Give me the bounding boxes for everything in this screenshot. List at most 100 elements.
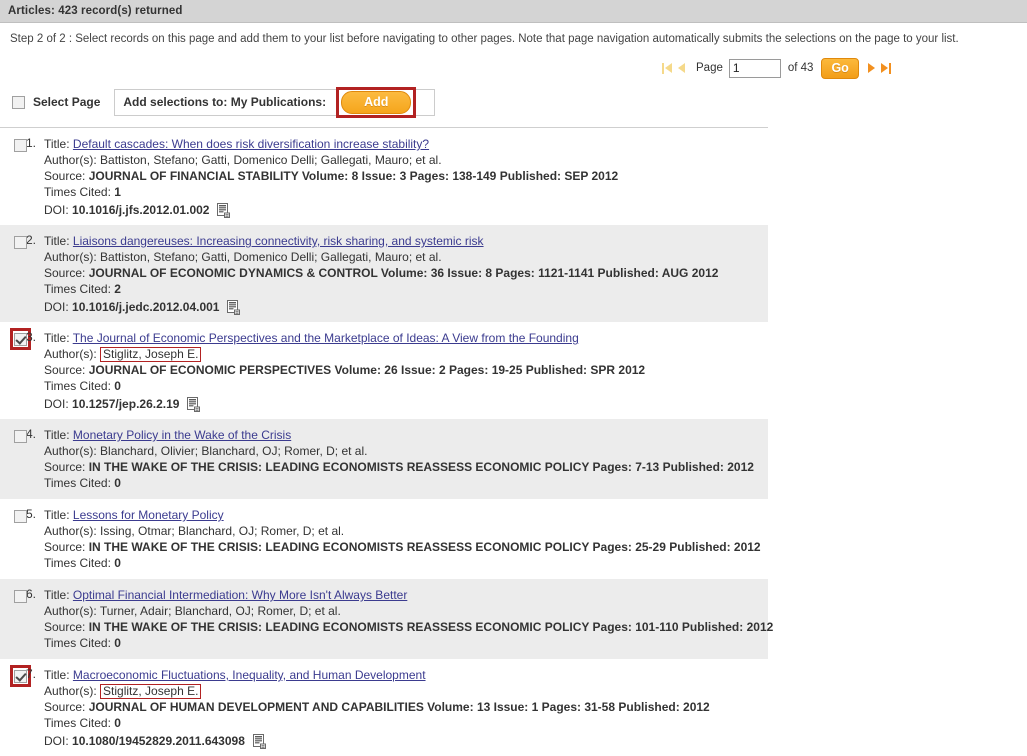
doi-label: DOI: <box>44 397 69 411</box>
full-text-document-icon[interactable] <box>217 203 231 218</box>
record-checkbox-cell <box>0 233 27 314</box>
record-checkbox-cell <box>0 427 27 491</box>
first-page-icon[interactable] <box>662 62 672 74</box>
record-times-cited: 0 <box>114 476 121 490</box>
record-authors-line: Author(s): Battiston, Stefano; Gatti, Do… <box>44 152 768 168</box>
doi-label: DOI: <box>44 734 69 748</box>
record-select-checkbox[interactable] <box>14 430 27 444</box>
doi-label: DOI: <box>44 300 69 314</box>
title-label: Title: <box>44 137 70 151</box>
record-source: JOURNAL OF HUMAN DEVELOPMENT AND CAPABIL… <box>88 700 710 714</box>
times-cited-label: Times Cited: <box>44 556 111 570</box>
record-source: IN THE WAKE OF THE CRISIS: LEADING ECONO… <box>88 540 761 554</box>
record-checkbox-cell <box>0 136 27 217</box>
title-label: Title: <box>44 234 70 248</box>
authors-label: Author(s): <box>44 250 97 264</box>
record-authors: Stiglitz, Joseph E. <box>103 347 199 361</box>
add-button-highlight: Add <box>336 86 417 118</box>
record-select-checkbox[interactable] <box>14 333 27 347</box>
source-label: Source: <box>44 266 86 280</box>
record-times-cited: 0 <box>114 636 121 650</box>
record-title-link[interactable]: Default cascades: When does risk diversi… <box>73 137 429 151</box>
title-label: Title: <box>44 588 70 602</box>
source-label: Source: <box>44 363 86 377</box>
record-doi-line: DOI: 10.1016/j.jfs.2012.01.002 <box>44 203 768 218</box>
record-select-checkbox[interactable] <box>14 670 27 684</box>
record-row: 3. Title: The Journal of Economic Perspec… <box>0 322 768 419</box>
add-selections-panel: Add selections to: My Publications: Add <box>114 86 436 118</box>
previous-page-icon[interactable] <box>678 63 685 73</box>
record-title-link[interactable]: Monetary Policy in the Wake of the Crisi… <box>73 428 291 442</box>
records-list: 1. Title: Default cascades: When does ris… <box>0 128 1027 756</box>
source-label: Source: <box>44 700 86 714</box>
title-label: Title: <box>44 428 70 442</box>
record-body: Title: Monetary Policy in the Wake of th… <box>42 427 768 491</box>
record-times-cited: 1 <box>114 185 121 199</box>
record-times-cited: 0 <box>114 716 121 730</box>
record-title-link[interactable]: The Journal of Economic Perspectives and… <box>73 331 579 345</box>
go-button[interactable]: Go <box>821 57 859 79</box>
record-body: Title: Liaisons dangereuses: Increasing … <box>42 233 768 315</box>
authors-label: Author(s): <box>44 684 97 698</box>
page-number-input[interactable] <box>728 58 781 78</box>
pagination-bar: Page of 43 Go <box>0 51 1027 85</box>
times-cited-label: Times Cited: <box>44 476 111 490</box>
record-authors-highlight: Stiglitz, Joseph E. <box>100 684 202 699</box>
record-doi: 10.1080/19452829.2011.643098 <box>72 734 245 748</box>
record-body: Title: Default cascades: When does risk … <box>42 136 768 218</box>
results-count-label: Articles: 423 record(s) returned <box>8 5 183 17</box>
record-source-line: Source: IN THE WAKE OF THE CRISIS: LEADI… <box>44 619 773 635</box>
last-page-icon[interactable] <box>880 62 891 74</box>
record-authors-line: Author(s): Issing, Otmar; Blanchard, OJ;… <box>44 523 768 539</box>
record-source-line: Source: IN THE WAKE OF THE CRISIS: LEADI… <box>44 539 768 555</box>
record-times-cited-line: Times Cited: 1 <box>44 184 768 200</box>
record-doi-line: DOI: 10.1257/jep.26.2.19 <box>44 397 768 412</box>
title-label: Title: <box>44 331 70 345</box>
record-doi: 10.1016/j.jfs.2012.01.002 <box>72 203 210 217</box>
doi-label: DOI: <box>44 203 69 217</box>
record-times-cited-line: Times Cited: 0 <box>44 475 768 491</box>
source-label: Source: <box>44 169 86 183</box>
record-select-checkbox[interactable] <box>14 139 27 153</box>
record-times-cited-line: Times Cited: 0 <box>44 635 773 651</box>
record-title-link[interactable]: Optimal Financial Intermediation: Why Mo… <box>73 588 407 602</box>
select-page-bar: Select Page Add selections to: My Public… <box>0 86 1027 118</box>
full-text-document-icon[interactable] <box>252 734 266 749</box>
record-authors: Battiston, Stefano; Gatti, Domenico Dell… <box>100 153 442 167</box>
full-text-document-icon[interactable] <box>227 300 241 315</box>
step-instruction-text: Step 2 of 2 : Select records on this pag… <box>10 33 959 45</box>
record-authors-line: Author(s): Stiglitz, Joseph E. <box>44 346 768 362</box>
full-text-document-icon[interactable] <box>187 397 201 412</box>
record-checkbox-cell <box>0 665 31 748</box>
record-times-cited: 0 <box>114 379 121 393</box>
record-authors: Turner, Adair; Blanchard, OJ; Romer, D; … <box>99 604 341 618</box>
record-source: IN THE WAKE OF THE CRISIS: LEADING ECONO… <box>88 620 774 634</box>
record-select-checkbox[interactable] <box>14 510 27 524</box>
record-authors: Blanchard, Olivier; Blanchard, OJ; Romer… <box>100 444 368 458</box>
record-times-cited-line: Times Cited: 0 <box>44 555 768 571</box>
record-source: JOURNAL OF ECONOMIC DYNAMICS & CONTROL V… <box>88 266 719 280</box>
record-title-link[interactable]: Liaisons dangereuses: Increasing connect… <box>73 234 484 248</box>
authors-label: Author(s): <box>44 444 97 458</box>
record-title-link[interactable]: Lessons for Monetary Policy <box>73 508 224 522</box>
record-body: Title: Lessons for Monetary Policy Author… <box>42 507 768 571</box>
record-title-line: Title: Monetary Policy in the Wake of th… <box>44 427 768 443</box>
next-page-icon[interactable] <box>867 63 875 73</box>
record-title-link[interactable]: Macroeconomic Fluctuations, Inequality, … <box>73 668 426 682</box>
record-checkbox-cell <box>0 507 27 571</box>
record-select-checkbox[interactable] <box>14 590 27 604</box>
total-pages-label: of 43 <box>787 62 814 74</box>
add-button[interactable]: Add <box>341 90 412 114</box>
results-title-bar: Articles: 423 record(s) returned <box>0 0 1027 23</box>
record-doi: 10.1016/j.jedc.2012.04.001 <box>72 300 220 314</box>
record-times-cited-line: Times Cited: 2 <box>44 281 768 297</box>
record-title-line: Title: Default cascades: When does risk … <box>44 136 768 152</box>
record-times-cited-line: Times Cited: 0 <box>44 715 768 731</box>
record-select-checkbox[interactable] <box>14 236 27 250</box>
record-doi: 10.1257/jep.26.2.19 <box>72 397 180 411</box>
add-selections-label: Add selections to: My Publications: <box>123 95 327 109</box>
source-label: Source: <box>44 460 86 474</box>
record-authors: Issing, Otmar; Blanchard, OJ; Romer, D; … <box>100 524 345 538</box>
record-source: JOURNAL OF ECONOMIC PERSPECTIVES Volume:… <box>88 363 646 377</box>
select-page-checkbox[interactable] <box>12 95 25 109</box>
